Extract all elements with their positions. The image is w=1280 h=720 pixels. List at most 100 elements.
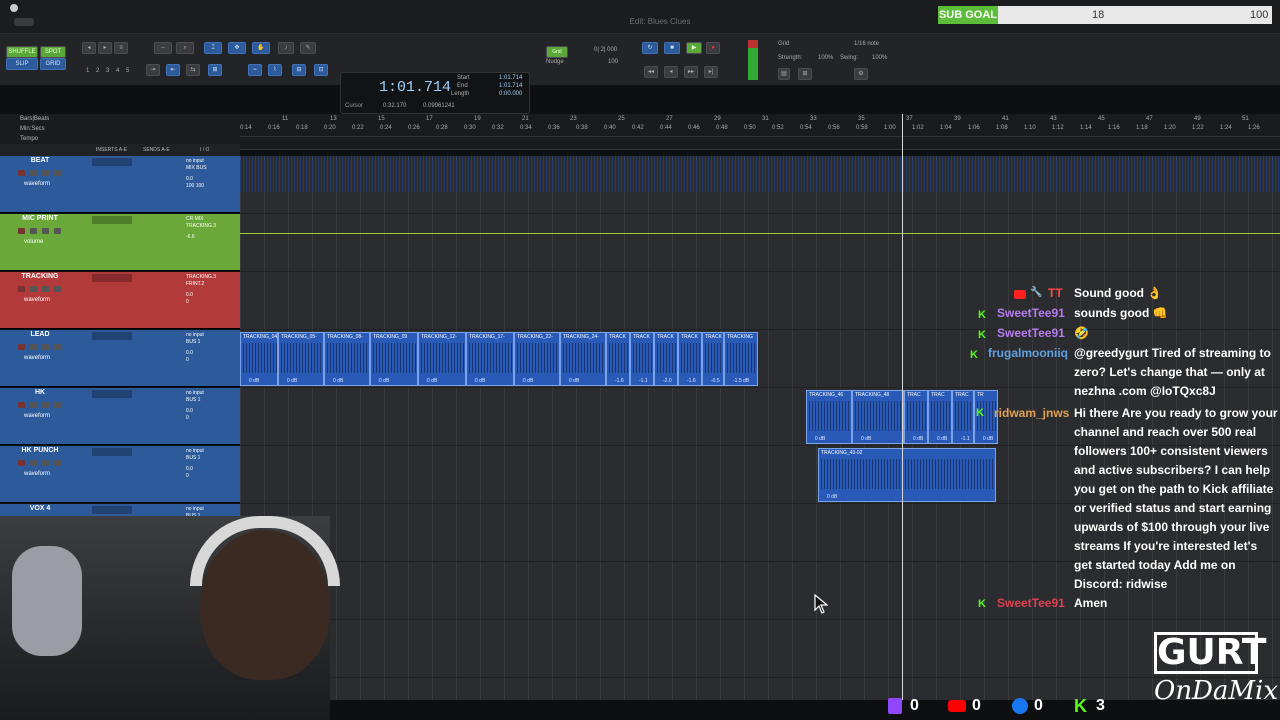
stop-icon[interactable]: ■ [664,42,680,54]
zoom-preset-4[interactable]: 4 [116,68,119,74]
slip-mode-button[interactable]: SLIP [6,58,38,70]
spot-mode-button[interactable]: SPOT [40,46,66,58]
audio-clip[interactable]: TRACK -1.6 [678,332,702,386]
audio-clip[interactable]: TRACK -0.5 [702,332,724,386]
edit-option-4-icon[interactable]: ⊞ [208,64,222,76]
track-name[interactable]: TRACKING [4,273,76,281]
edit-option-1-icon[interactable]: ⇥ [146,64,160,76]
track-name[interactable]: BEAT [4,157,76,165]
audio-clip[interactable]: TRACKING_24- 0 dB [560,332,606,386]
loop-icon[interactable]: ↻ [642,42,658,54]
hand-tool-icon[interactable]: ✋ [252,42,270,54]
input-monitor-button[interactable] [30,170,37,176]
track-name[interactable]: VOX 4 [4,505,76,513]
solo-button[interactable] [42,286,49,292]
record-enable-button[interactable] [18,228,25,234]
audio-clip[interactable]: TRACKING_04-02 0 dB [240,332,278,386]
insert-slot[interactable] [92,390,132,398]
audio-clip[interactable]: TRACKING_17- 0 dB [466,332,514,386]
edit-option-8-icon[interactable]: ⊡ [314,64,328,76]
input-monitor-button[interactable] [30,402,37,408]
track-io[interactable]: CR MIX TRACKING.3 -6.6 [186,216,230,241]
track-header[interactable]: TRACKING waveform TRACKING.3 FRINT.2 0.0 0 [0,272,240,329]
shuffle-mode-button[interactable]: SHUFFLE [6,46,38,58]
track-io[interactable]: no inputBUS 1 0.00 [186,332,230,364]
audio-clip[interactable]: TRACKING_12- 0 dB [418,332,466,386]
grid-toggle[interactable]: Grid [546,46,568,58]
zoom-fit-icon[interactable]: ≡ [114,42,128,54]
input-monitor-button[interactable] [30,286,37,292]
record-enable-button[interactable] [18,170,25,176]
beat-waveform[interactable] [240,156,1280,192]
insert-slot[interactable] [92,216,132,224]
clipboard-icon[interactable]: ▤ [778,68,790,80]
zoom-preset-5[interactable]: 5 [126,68,129,74]
mute-button[interactable] [54,402,61,408]
to-end-icon[interactable]: ▸| [704,66,718,78]
track-io[interactable]: no inputBUS 1 0.00 [186,448,230,480]
trim-tool-icon[interactable]: ⇔ [154,42,172,54]
track-header[interactable]: HK PUNCH waveform no input BUS 1 0.0 0 [0,446,240,503]
apple-menu-icon[interactable] [10,4,18,12]
insert-slot[interactable] [92,448,132,456]
start-value[interactable]: 1:01.714 [499,75,522,81]
edit-option-3-icon[interactable]: ⇆ [186,64,200,76]
end-value[interactable]: 1:01.714 [499,83,522,89]
audio-clip[interactable]: TRACKING_08- 0 dB [324,332,370,386]
track-view-label[interactable]: waveform [24,413,50,419]
solo-button[interactable] [42,402,49,408]
audio-clip[interactable]: TRACKING_46 0 dB [806,390,852,444]
track-header[interactable]: BEAT waveform no input MIX BUS 0.0 100 100 [0,156,240,213]
speaker-tool-icon[interactable]: ♪ [278,42,294,54]
track-view-label[interactable]: waveform [24,181,50,187]
zoom-preset-2[interactable]: 2 [96,68,99,74]
track-view-label[interactable]: waveform [24,471,50,477]
swing-value[interactable]: 100% [872,55,887,61]
minsecs-ruler[interactable]: 0:14 0:16 0:18 0:20 0:22 0:24 0:26 0:28 0:30 0:32… [240,125,1280,135]
audio-clip[interactable]: TRACKING_05- 0 dB [278,332,324,386]
rewind-icon[interactable]: ◂◂ [644,66,658,78]
playhead[interactable] [902,114,903,700]
track-lane[interactable] [240,620,1280,678]
record-enable-button[interactable] [18,344,25,350]
solo-button[interactable] [42,344,49,350]
zoom-in-icon[interactable]: ▸ [98,42,112,54]
mute-button[interactable] [54,460,61,466]
edit-option-7-icon[interactable]: ⊟ [292,64,306,76]
zoom-preset-1[interactable]: 1 [86,68,89,74]
zoom-preset-3[interactable]: 3 [106,68,109,74]
midi-icon[interactable]: ⊞ [798,68,812,80]
solo-button[interactable] [42,228,49,234]
zoom-tool-icon[interactable]: ⌕ [176,42,194,54]
zoom-out-icon[interactable]: ◂ [82,42,96,54]
track-view-label[interactable]: waveform [24,297,50,303]
track-view-label[interactable]: waveform [24,355,50,361]
volume-automation-line[interactable] [240,233,1280,234]
audio-clip[interactable]: TRACKING_22- 0 dB [514,332,560,386]
record-icon[interactable]: ● [706,42,720,54]
forward-icon[interactable]: ▸▸ [684,66,698,78]
track-name[interactable]: HK PUNCH [4,447,76,455]
back-icon[interactable]: ◂ [664,66,678,78]
mute-button[interactable] [54,170,61,176]
strength-value[interactable]: 100% [818,55,833,61]
audio-clip[interactable]: TRACKING -1.5 dB [724,332,758,386]
settings-gear-icon[interactable]: ⚙ [854,68,868,80]
grabber-tool-icon[interactable]: ✥ [228,42,246,54]
grid-field-value[interactable]: 0| 2| 000 [594,47,617,53]
audio-clip[interactable]: TRACK -1.1 [630,332,654,386]
track-io[interactable]: TRACKING.3 FRINT.2 0.0 0 [186,274,230,306]
audio-clip[interactable]: TRACKING_48 0 dB [852,390,904,444]
track-header[interactable]: LEAD waveform no input BUS 1 0.0 0 [0,330,240,387]
selector-tool-icon[interactable]: ⌶ [204,42,222,54]
audio-clip[interactable]: TRAC 0 dB [904,390,928,444]
insert-slot[interactable] [92,274,132,282]
mute-button[interactable] [54,228,61,234]
grid-mode-button[interactable]: GRID [40,58,66,70]
insert-slot[interactable] [92,332,132,340]
tempo-ruler[interactable] [240,136,1280,144]
mute-button[interactable] [54,344,61,350]
pencil-tool-icon[interactable]: ✎ [300,42,316,54]
record-enable-button[interactable] [18,402,25,408]
insert-slot[interactable] [92,506,132,514]
